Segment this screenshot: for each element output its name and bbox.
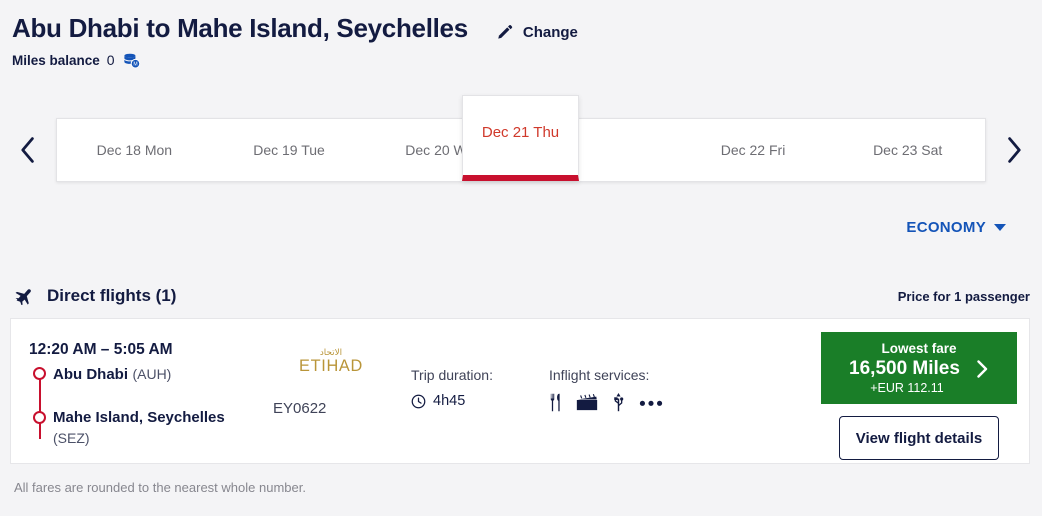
flight-result-card[interactable]: 12:20 AM – 5:05 AM Abu Dhabi (AUH) Mahe … — [10, 318, 1030, 464]
origin-code: (AUH) — [132, 366, 172, 382]
origin-city: Abu Dhabi — [53, 366, 128, 383]
flight-route: Abu Dhabi (AUH) Mahe Island, Seychelles … — [29, 365, 225, 448]
page-title: Abu Dhabi to Mahe Island, Seychelles — [12, 13, 468, 43]
coin-stack-icon: M — [123, 53, 140, 69]
miles-balance: Miles balance 0 M — [12, 51, 1042, 70]
title-row: Abu Dhabi to Mahe Island, Seychelles Cha… — [12, 13, 1042, 44]
svg-text:الاتحاد: الاتحاد — [320, 348, 342, 358]
flight-times: 12:20 AM – 5:05 AM — [29, 341, 173, 358]
chevron-right-icon — [977, 360, 988, 378]
pencil-icon — [498, 24, 513, 39]
chevron-left-icon — [21, 137, 34, 163]
page-header: Abu Dhabi to Mahe Island, Seychelles Cha… — [0, 0, 1042, 70]
results-header-left: Direct flights (1) — [14, 286, 176, 306]
route-origin: Abu Dhabi (AUH) — [53, 365, 225, 385]
date-tab-strip: Dec 18 Mon Dec 19 Tue Dec 20 Wed Dec 22 … — [56, 95, 986, 182]
svg-text:M: M — [133, 62, 137, 68]
trip-duration-label: Trip duration: — [411, 367, 493, 383]
usb-power-icon[interactable] — [612, 393, 625, 412]
entertainment-icon[interactable] — [576, 393, 598, 412]
svg-text:ETIHAD: ETIHAD — [299, 357, 363, 375]
change-route-button[interactable]: Change — [496, 24, 578, 42]
miles-balance-value: 0 — [106, 52, 115, 69]
fare-taxes: +EUR 112.11 — [870, 381, 944, 396]
view-flight-details-button[interactable]: View flight details — [839, 416, 999, 460]
route-destination: Mahe Island, Seychelles (SEZ) — [53, 408, 225, 448]
change-route-label: Change — [522, 24, 578, 42]
lowest-fare-button[interactable]: Lowest fare 16,500 Miles +EUR 112.11 — [821, 332, 1017, 404]
trip-duration-value-row: 4h45 — [411, 393, 493, 409]
date-tab-1[interactable]: Dec 19 Tue — [212, 119, 367, 181]
miles-balance-label: Miles balance — [12, 52, 100, 68]
etihad-logo: الاتحاد ETIHAD — [299, 348, 363, 375]
prev-dates-button[interactable] — [0, 108, 56, 192]
cabin-class-label: ECONOMY — [906, 219, 986, 236]
chevron-right-icon — [1008, 137, 1021, 163]
route-origin-dot — [33, 367, 46, 380]
date-tab-3-selected[interactable]: Dec 21 Thu — [461, 95, 580, 181]
date-tab-0[interactable]: Dec 18 Mon — [57, 119, 212, 181]
inflight-services-icons — [549, 393, 663, 412]
destination-code: (SEZ) — [53, 430, 90, 446]
flight-number: EY0622 — [273, 400, 327, 417]
trip-duration-block: Trip duration: 4h45 — [411, 367, 493, 409]
fares-footnote: All fares are rounded to the nearest who… — [14, 480, 306, 495]
price-passenger-note: Price for 1 passenger — [897, 288, 1030, 304]
fare-miles: 16,500 Miles — [849, 358, 960, 380]
trip-duration-value: 4h45 — [433, 393, 466, 409]
route-labels: Abu Dhabi (AUH) Mahe Island, Seychelles … — [51, 365, 225, 448]
date-selector: Dec 18 Mon Dec 19 Tue Dec 20 Wed Dec 22 … — [0, 95, 1042, 192]
chevron-down-icon — [994, 224, 1006, 231]
plane-icon — [15, 289, 31, 305]
date-tab-5[interactable]: Dec 23 Sat — [830, 119, 985, 181]
route-destination-dot — [33, 411, 46, 424]
results-header: Direct flights (1) Price for 1 passenger — [14, 286, 1030, 306]
meal-icon[interactable] — [549, 393, 562, 412]
destination-city: Mahe Island, Seychelles — [53, 409, 225, 426]
route-rail — [29, 365, 51, 448]
results-heading: Direct flights (1) — [47, 286, 177, 305]
inflight-services-block: Inflight services: — [549, 367, 663, 412]
cabin-class-selector[interactable]: ECONOMY — [906, 219, 1006, 236]
fare-miles-row: 16,500 Miles — [849, 358, 989, 380]
inflight-services-label: Inflight services: — [549, 367, 650, 383]
more-services-icon[interactable] — [639, 393, 663, 412]
fare-top-label: Lowest fare — [881, 340, 957, 356]
next-dates-button[interactable] — [986, 108, 1042, 192]
clock-icon — [411, 394, 426, 408]
route-line — [39, 373, 41, 439]
date-tab-4[interactable]: Dec 22 Fri — [676, 119, 831, 181]
airline-block: الاتحاد ETIHAD EY0622 — [271, 344, 391, 417]
